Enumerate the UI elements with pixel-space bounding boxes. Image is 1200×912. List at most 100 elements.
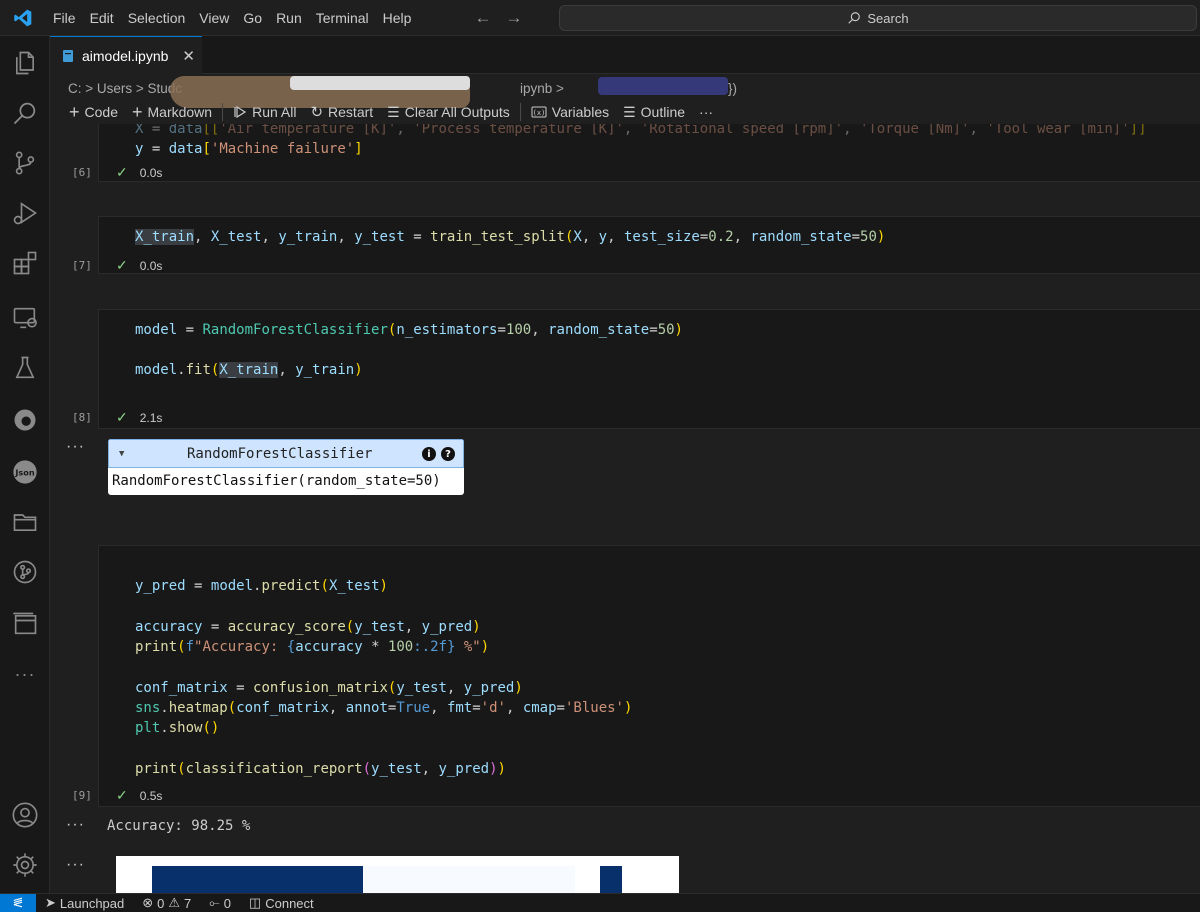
output-more-actions[interactable]: ··· — [66, 816, 85, 834]
json-icon[interactable]: Json — [0, 450, 50, 494]
explorer-icon[interactable] — [0, 41, 50, 85]
panel-layout-icon[interactable] — [0, 602, 50, 646]
run-debug-icon[interactable] — [0, 191, 50, 235]
menu-bar: File Edit Selection View Go Run Terminal… — [46, 0, 418, 36]
problems-item[interactable]: ⊗ 0 ⚠ 7 — [133, 895, 200, 911]
accounts-icon[interactable] — [0, 793, 50, 837]
back-arrow-icon[interactable]: ← — [474, 8, 491, 28]
cell-code[interactable]: model = RandomForestClassifier(n_estimat… — [135, 320, 683, 340]
run-all-label: Run All — [252, 104, 297, 120]
status-bar: ⪛ ➤ Launchpad ⊗ 0 ⚠ 7 ⟜ 0 ◫ Connect — [0, 893, 1200, 912]
success-check-icon: ✓ — [116, 787, 128, 803]
execution-count: [9] — [72, 789, 92, 802]
code-cell[interactable]: model = RandomForestClassifier(n_estimat… — [98, 309, 1200, 429]
execution-time: 2.1s — [139, 410, 163, 425]
remote-explorer-icon[interactable] — [0, 296, 50, 340]
code-cell[interactable]: y_pred = model.predict(X_test) accuracy … — [98, 545, 1200, 807]
code-cell[interactable]: X_train, X_test, y_train, y_test = train… — [98, 216, 1200, 274]
edge-devtools-icon[interactable] — [0, 398, 50, 442]
breadcrumb-path: C: > Users > Studc — [68, 80, 183, 96]
cell-code[interactable]: accuracy = accuracy_score(y_test, y_pred… — [135, 617, 489, 657]
notebook-toolbar: + Code + Markdown Run All ↻ Restart ☰ Cl… — [50, 100, 1200, 124]
connect-item[interactable]: ◫ Connect — [240, 895, 323, 911]
launchpad-item[interactable]: ➤ Launchpad — [36, 895, 133, 911]
cell-status: ✓ 0.5s — [116, 787, 162, 804]
execution-time: 0.0s — [139, 165, 163, 180]
forward-arrow-icon[interactable]: → — [505, 8, 522, 28]
extensions-icon[interactable] — [0, 241, 50, 285]
plus-icon: + — [131, 101, 143, 122]
info-icon[interactable]: i — [422, 447, 436, 461]
settings-gear-icon[interactable] — [0, 843, 50, 887]
accuracy-output: Accuracy: 98.25 % — [107, 818, 251, 834]
more-actions-button[interactable]: ··· — [692, 104, 720, 120]
search-activity-icon[interactable] — [0, 91, 50, 135]
plus-icon: + — [69, 101, 80, 122]
execution-count: [6] — [72, 166, 92, 179]
launchpad-label: Launchpad — [59, 895, 125, 911]
variables-icon: (x) — [531, 106, 547, 118]
execution-time: 0.5s — [139, 788, 163, 803]
breadcrumb[interactable]: C: > Users > Studc — [68, 78, 182, 98]
estimator-title: RandomForestClassifier — [187, 445, 373, 462]
toolbar-divider — [519, 103, 521, 121]
execution-count: [8] — [72, 411, 92, 424]
restart-button[interactable]: ↻ Restart — [303, 103, 380, 121]
ports-item[interactable]: ⟜ 0 — [200, 895, 240, 911]
cell-code[interactable]: y_pred = model.predict(X_test) — [135, 576, 388, 596]
more-views-icon[interactable]: ··· — [0, 652, 50, 696]
tab-aimodel[interactable]: aimodel.ipynb ✕ — [50, 36, 202, 74]
close-icon[interactable]: ✕ — [182, 47, 195, 65]
run-all-button[interactable]: Run All — [226, 104, 303, 120]
restart-icon: ↻ — [310, 104, 324, 121]
svg-text:(x): (x) — [532, 109, 545, 117]
cell-code[interactable]: y = data['Machine failure'] — [135, 139, 363, 159]
add-markdown-cell-button[interactable]: + Markdown — [125, 102, 219, 123]
cell-status: ✓ 2.1s — [116, 409, 162, 426]
cell-code[interactable]: conf_matrix = confusion_matrix(y_test, y… — [135, 678, 632, 738]
menu-go[interactable]: Go — [236, 0, 269, 36]
cell-status: ✓ 0.0s — [116, 257, 162, 274]
menu-selection[interactable]: Selection — [121, 0, 193, 36]
output-more-actions[interactable]: ··· — [66, 438, 85, 456]
help-icon[interactable]: ? — [441, 447, 455, 461]
editor-tab-bar: aimodel.ipynb ✕ — [50, 36, 1200, 74]
cell-code[interactable]: print(classification_report(y_test, y_pr… — [135, 759, 506, 779]
add-code-cell-button[interactable]: + Code — [62, 102, 125, 123]
testing-flask-icon[interactable] — [0, 346, 50, 390]
collapse-triangle-icon[interactable]: ▼ — [119, 449, 124, 459]
estimator-output-widget[interactable]: ▼ RandomForestClassifier i ? RandomFores… — [108, 439, 464, 495]
cell-code[interactable]: X_train, X_test, y_train, y_test = train… — [135, 227, 885, 247]
tab-title: aimodel.ipynb — [82, 47, 169, 64]
source-control-icon[interactable] — [0, 141, 50, 185]
execution-time: 0.0s — [139, 258, 163, 273]
menu-terminal[interactable]: Terminal — [309, 0, 376, 36]
navigation-arrows: ← → — [474, 8, 522, 28]
code-cell[interactable]: X = data[['Air temperature [K]', 'Proces… — [98, 124, 1200, 182]
run-all-icon — [234, 105, 247, 119]
menu-file[interactable]: File — [46, 0, 83, 36]
breadcrumb-tail: ipynb > — [520, 78, 564, 98]
menu-edit[interactable]: Edit — [83, 0, 121, 36]
menu-run[interactable]: Run — [269, 0, 309, 36]
outline-button[interactable]: ☰ Outline — [616, 104, 692, 121]
outline-label: Outline — [640, 104, 686, 120]
restart-label: Restart — [328, 104, 374, 120]
menu-help[interactable]: Help — [376, 0, 419, 36]
database-icon: ◫ — [248, 895, 262, 910]
folder-icon[interactable] — [0, 500, 50, 544]
clear-all-outputs-button[interactable]: ☰ Clear All Outputs — [380, 104, 517, 121]
estimator-header[interactable]: ▼ RandomForestClassifier i ? — [108, 439, 464, 468]
more-actions-icon: ··· — [699, 104, 714, 120]
error-count: 0 — [157, 895, 165, 911]
git-graph-icon[interactable] — [0, 550, 50, 594]
variables-button[interactable]: (x) Variables — [524, 104, 616, 120]
activity-bar: Json ··· — [0, 36, 50, 893]
output-more-actions[interactable]: ··· — [66, 856, 85, 874]
menu-view[interactable]: View — [192, 0, 236, 36]
warning-icon: ⚠ — [168, 895, 181, 910]
search-icon — [848, 12, 861, 24]
remote-indicator-icon[interactable]: ⪛ — [0, 893, 36, 912]
command-center-search[interactable]: Search — [559, 5, 1197, 31]
cell-code[interactable]: model.fit(X_train, y_train) — [135, 360, 363, 380]
